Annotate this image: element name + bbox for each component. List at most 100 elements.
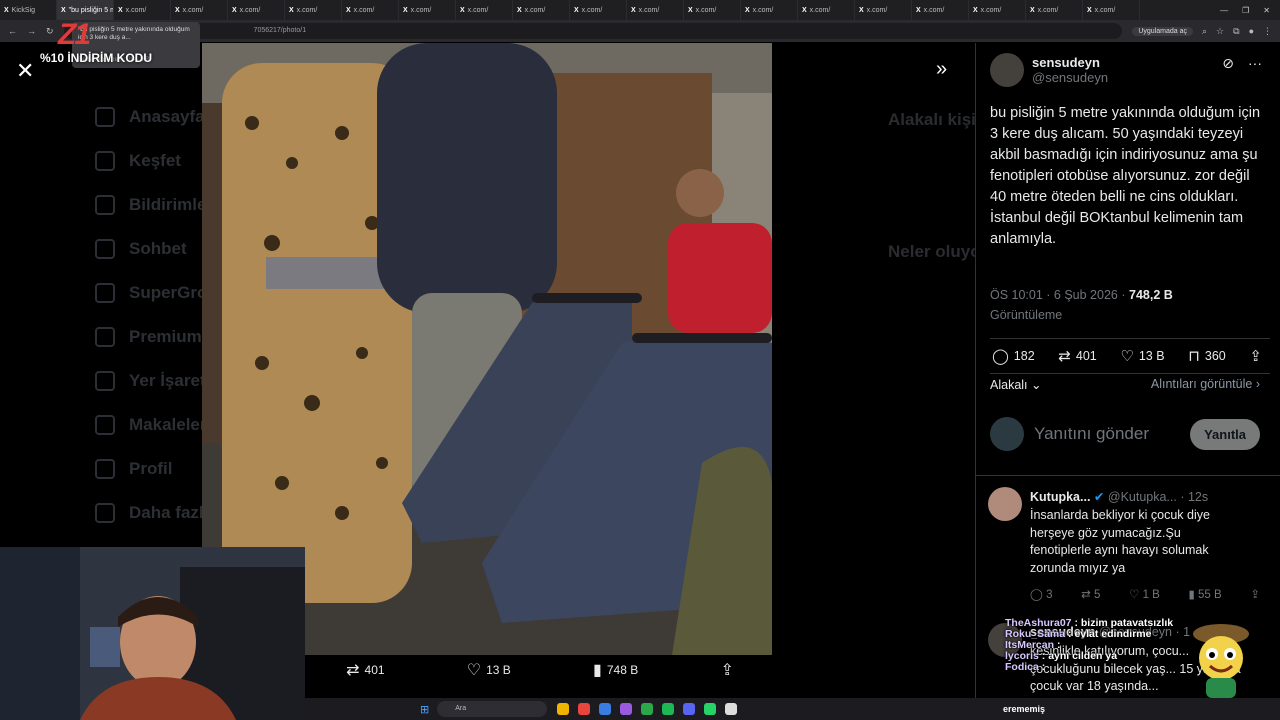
reply-text: İnsanlarda bekliyor ki çocuk diye herşey…: [1030, 508, 1210, 575]
menu-icon[interactable]: ⋮: [1263, 26, 1272, 37]
tweet-time[interactable]: ÖS 10:01 · 6 Şub 2026 ·: [990, 288, 1126, 302]
collapse-panel-icon[interactable]: »: [936, 58, 947, 81]
heart-icon: ♡: [466, 662, 482, 679]
browser-tab[interactable]: Xx.com/: [969, 0, 1026, 20]
author-name[interactable]: sensudeyn: [1032, 55, 1108, 70]
reply-share-button[interactable]: ⇪: [1250, 587, 1260, 601]
app-icon[interactable]: [704, 703, 717, 715]
browser-tab[interactable]: Xx.com/: [1026, 0, 1083, 20]
photo-like-button[interactable]: ♡ 13 B: [467, 660, 511, 680]
reply-like-button[interactable]: ♡ 1 B: [1129, 587, 1160, 601]
windows-start-icon[interactable]: ⊞: [420, 703, 429, 716]
reply-time[interactable]: · 12s: [1180, 490, 1208, 504]
app-icon[interactable]: [599, 703, 612, 715]
retweet-button[interactable]: ⇄ 401: [1058, 347, 1096, 365]
nav-icon: [95, 195, 115, 215]
minimize-icon[interactable]: —: [1220, 6, 1228, 15]
background-nav-label: Sohbet: [129, 239, 187, 258]
browser-tab[interactable]: X KickSig: [0, 0, 57, 20]
browser-tab[interactable]: Xx.com/: [399, 0, 456, 20]
reply-stats: ◯ 3 ⇄ 5 ♡ 1 B ▮ 55 B ⇪: [1030, 587, 1260, 601]
background-nav-label: Premium: [129, 327, 202, 346]
close-icon[interactable]: ✕: [16, 58, 34, 84]
browser-tab[interactable]: Xx.com/: [684, 0, 741, 20]
browser-tab[interactable]: Xx.com/: [114, 0, 171, 20]
verified-badge-icon: ✔: [1093, 490, 1105, 504]
nav-icon: [95, 283, 115, 303]
maximize-icon[interactable]: ❐: [1242, 6, 1249, 15]
nav-icon: [95, 371, 115, 391]
star-icon[interactable]: ☆: [1216, 26, 1224, 37]
extensions-icon[interactable]: ⧉: [1233, 26, 1239, 37]
taskbar-search[interactable]: Ara: [437, 701, 548, 717]
author-handle[interactable]: @sensudeyn: [1032, 70, 1108, 85]
tab-label: x.com/: [752, 6, 774, 14]
grok-icon[interactable]: ⊘: [1222, 55, 1234, 72]
browser-tab[interactable]: Xx.com/: [285, 0, 342, 20]
browser-tab[interactable]: Xx.com/: [912, 0, 969, 20]
zoom-icon[interactable]: ⌕: [1202, 26, 1207, 37]
reply-button[interactable]: ◯ 182: [992, 347, 1035, 365]
forward-icon[interactable]: →: [27, 26, 36, 36]
bar-chart-icon: ▮: [1188, 589, 1195, 601]
view-quotes-link[interactable]: Alıntıları görüntüle ›: [1151, 377, 1260, 392]
back-icon[interactable]: ←: [8, 26, 17, 36]
app-icon[interactable]: [620, 703, 633, 715]
background-nav-label: Makaleler: [129, 415, 207, 434]
app-icon[interactable]: [725, 703, 738, 715]
reply-input[interactable]: Yanıtını gönder: [1034, 424, 1180, 444]
browser-tab[interactable]: Xx.com/: [741, 0, 798, 20]
browser-tab[interactable]: Xx.com/: [855, 0, 912, 20]
more-icon[interactable]: ···: [1248, 55, 1262, 72]
app-icon[interactable]: [641, 703, 654, 715]
tab-label: x.com/: [695, 6, 717, 14]
reply-author-handle[interactable]: @Kutupka...: [1108, 490, 1177, 504]
sort-dropdown[interactable]: Alakalı ⌄: [990, 377, 1042, 392]
photo-share-button[interactable]: ⇪: [720, 660, 733, 680]
app-icon[interactable]: [578, 703, 591, 715]
chat-username: Fodica: [1005, 661, 1039, 673]
url-field[interactable]: 7056217/photo/1: [63, 23, 1123, 39]
share-button[interactable]: ⇪: [1249, 347, 1262, 365]
tweet-author[interactable]: sensudeyn @sensudeyn: [990, 53, 1108, 87]
reload-icon[interactable]: ↻: [46, 26, 54, 37]
browser-tab[interactable]: Xx.com/: [171, 0, 228, 20]
photo-views-button[interactable]: ▮ 748 B: [593, 660, 638, 680]
reply-retweet-button[interactable]: ⇄ 5: [1081, 587, 1100, 601]
reply-views-button[interactable]: ▮ 55 B: [1188, 587, 1221, 601]
retweet-icon: ⇄: [1058, 348, 1071, 365]
tab-label: x.com/: [296, 6, 318, 14]
open-in-app-button[interactable]: Uygulamada aç: [1132, 26, 1193, 36]
tab-label: x.com/: [410, 6, 432, 14]
tab-label: KickSig: [11, 6, 36, 14]
browser-tab[interactable]: Xx.com/: [1083, 0, 1140, 20]
browser-tab[interactable]: Xx.com/: [627, 0, 684, 20]
avatar[interactable]: [988, 487, 1022, 521]
browser-tab[interactable]: Xx.com/: [342, 0, 399, 20]
browser-tab[interactable]: Xx.com/: [228, 0, 285, 20]
browser-tab[interactable]: Xx.com/: [798, 0, 855, 20]
x-logo-icon: X: [631, 6, 636, 14]
photo-retweet-button[interactable]: ⇄ 401: [346, 660, 384, 680]
x-logo-icon: X: [688, 6, 693, 14]
bookmark-button[interactable]: ⊓ 360: [1188, 347, 1226, 365]
app-icon[interactable]: [557, 703, 570, 715]
reply-author-name[interactable]: Kutupka...: [1030, 490, 1090, 504]
chevron-down-icon: ⌄: [1031, 378, 1042, 392]
x-logo-icon: X: [118, 6, 123, 14]
reply-reply-button[interactable]: ◯ 3: [1030, 587, 1052, 601]
avatar[interactable]: [990, 53, 1024, 87]
browser-tab[interactable]: Xx.com/: [570, 0, 627, 20]
nav-icon: [95, 151, 115, 171]
browser-tab[interactable]: X"bu pisliğin 5 metre: [57, 0, 114, 20]
app-icon[interactable]: [662, 703, 675, 715]
window-controls: — ❐ ✕: [1220, 6, 1280, 15]
browser-tab[interactable]: Xx.com/: [456, 0, 513, 20]
close-window-icon[interactable]: ✕: [1263, 6, 1270, 15]
retweet-count: 401: [1075, 349, 1097, 363]
reply-submit-button[interactable]: Yanıtla: [1190, 418, 1260, 450]
like-button[interactable]: ♡ 13 B: [1120, 347, 1164, 365]
browser-tab[interactable]: Xx.com/: [513, 0, 570, 20]
app-icon[interactable]: [683, 703, 696, 715]
profile-icon[interactable]: ●: [1249, 26, 1254, 36]
